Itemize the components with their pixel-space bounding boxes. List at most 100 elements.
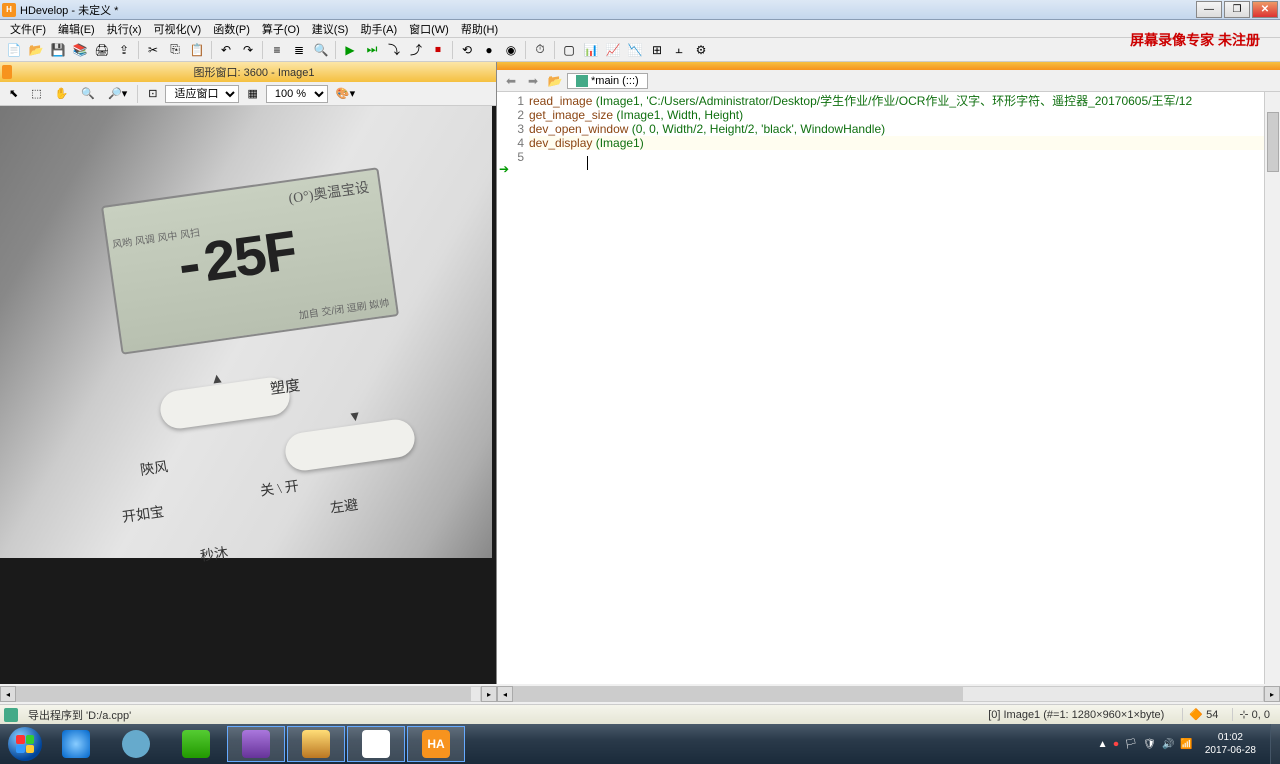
maximize-button[interactable]: ❐ xyxy=(1224,1,1250,18)
list2-icon[interactable]: ≣ xyxy=(289,40,309,60)
tuning-icon[interactable]: ⚙ xyxy=(691,40,711,60)
toolbar-separator xyxy=(452,41,453,59)
chart1-icon[interactable]: 📊 xyxy=(581,40,601,60)
scroll-right-icon[interactable]: ▸ xyxy=(1264,686,1280,702)
zoom-icon[interactable]: 🔍 xyxy=(76,84,100,104)
pointer-icon[interactable]: ⬉ xyxy=(4,84,23,104)
scrollbar-thumb[interactable] xyxy=(514,687,963,701)
copy-icon[interactable]: ⎘ xyxy=(165,40,185,60)
step-over-icon[interactable]: ⏭ xyxy=(362,40,382,60)
reset-icon[interactable]: ⟲ xyxy=(457,40,477,60)
menu-window[interactable]: 窗口(W) xyxy=(403,20,455,38)
tray-network-icon[interactable]: 📶 xyxy=(1180,739,1192,750)
menu-help[interactable]: 帮助(H) xyxy=(455,20,504,38)
system-tray[interactable]: ▲ ⏺ 🏳 🛡 🔊 📶 01:02 2017-06-28 xyxy=(1098,731,1270,757)
menu-visualize[interactable]: 可视化(V) xyxy=(148,20,208,38)
tray-av-icon[interactable]: 🛡 xyxy=(1143,739,1156,750)
chart2-icon[interactable]: 📈 xyxy=(603,40,623,60)
zoom-select[interactable]: 100 % xyxy=(266,85,328,103)
code-line: get_image_size (Image1, Width, Height) xyxy=(529,108,1280,122)
menu-procedures[interactable]: 函数(P) xyxy=(207,20,256,38)
back-icon[interactable]: ⬅ xyxy=(501,72,521,90)
redo-icon[interactable]: ↷ xyxy=(238,40,258,60)
menu-operators[interactable]: 算子(O) xyxy=(256,20,306,38)
menu-execute[interactable]: 执行(x) xyxy=(101,20,148,38)
taskbar-browser[interactable] xyxy=(107,726,165,762)
status-image-info: [0] Image1 (#=1: 1280×960×1×byte) xyxy=(978,709,1174,721)
taskbar-security[interactable] xyxy=(167,726,225,762)
taskbar-ie[interactable] xyxy=(47,726,105,762)
save-icon[interactable]: 💾 xyxy=(48,40,68,60)
remote-label-left1: 陝风 xyxy=(139,456,170,480)
timer-icon[interactable]: ⏱ xyxy=(530,40,550,60)
taskbar-explorer[interactable] xyxy=(287,726,345,762)
vertical-scrollbar[interactable] xyxy=(1264,92,1280,684)
scroll-left-icon[interactable]: ◂ xyxy=(0,686,16,702)
scale-icon[interactable]: ▦ xyxy=(242,84,262,104)
right-panel-header xyxy=(497,62,1280,70)
fit-mode-select[interactable]: 适应窗口 xyxy=(165,85,239,103)
close-button[interactable]: ✕ xyxy=(1252,1,1278,18)
menu-assistants[interactable]: 助手(A) xyxy=(354,20,403,38)
color-tool-icon[interactable]: 🎨▾ xyxy=(331,84,360,104)
editor-tab-main[interactable]: *main (:::) xyxy=(567,73,648,89)
forward-icon[interactable]: ➡ xyxy=(523,72,543,90)
tray-recorder-icon[interactable]: ⏺ xyxy=(1114,739,1119,750)
list-icon[interactable]: ≡ xyxy=(267,40,287,60)
remote-label-left2: 开如宝 xyxy=(121,501,165,527)
breakpoint-toggle-icon[interactable]: ◉ xyxy=(501,40,521,60)
tab-label: *main (:::) xyxy=(591,75,639,87)
undo-icon[interactable]: ↶ xyxy=(216,40,236,60)
tray-volume-icon[interactable]: 🔊 xyxy=(1162,739,1174,750)
window-icon[interactable]: ▢ xyxy=(559,40,579,60)
open-icon[interactable]: 📂 xyxy=(26,40,46,60)
select-icon[interactable]: ⬚ xyxy=(26,84,46,104)
save-all-icon[interactable]: 📚 xyxy=(70,40,90,60)
export-icon[interactable]: ⇪ xyxy=(114,40,134,60)
tray-flag-icon[interactable]: ▲ xyxy=(1098,739,1108,750)
print-icon[interactable]: 🖨 xyxy=(92,40,112,60)
step-into-icon[interactable]: ⤵ xyxy=(384,40,404,60)
fit-icon[interactable]: ⊡ xyxy=(143,84,162,104)
start-button[interactable] xyxy=(4,726,46,762)
hdevelop-icon: HA xyxy=(422,730,450,758)
remote-label-left3: 秒沐 xyxy=(199,542,230,566)
move-icon[interactable]: ✋ xyxy=(50,84,74,104)
chart4-icon[interactable]: ⊞ xyxy=(647,40,667,60)
breakpoint-icon[interactable]: ● xyxy=(479,40,499,60)
graphics-window-titlebar[interactable]: 图形窗口: 3600 - Image1 xyxy=(0,62,496,82)
stop-icon[interactable]: ⏹ xyxy=(428,40,448,60)
menu-suggestions[interactable]: 建议(S) xyxy=(306,20,355,38)
scroll-left-icon[interactable]: ◂ xyxy=(497,686,513,702)
windows-logo-icon xyxy=(8,727,42,761)
taskbar-paint[interactable] xyxy=(347,726,405,762)
taskbar-hdevelop[interactable]: HA xyxy=(407,726,465,762)
image-display[interactable]: (O°)奥温宝设 -25F 风哟 风调 风中 风扫 加自 交/闭 逗刷 姒帅 ▲… xyxy=(0,106,496,684)
minimize-button[interactable]: — xyxy=(1196,1,1222,18)
step-out-icon[interactable]: ⤴ xyxy=(406,40,426,60)
zoom-tool-icon[interactable]: 🔎▾ xyxy=(103,84,132,104)
status-message: 导出程序到 'D:/a.cpp' xyxy=(28,707,970,723)
toolbar-separator xyxy=(525,41,526,59)
h-scroll-track-right[interactable] xyxy=(513,686,1264,702)
taskbar-visualstudio[interactable] xyxy=(227,726,285,762)
h-scroll-track-left[interactable] xyxy=(16,686,481,702)
open-proc-icon[interactable]: 📂 xyxy=(545,72,565,90)
scrollbar-thumb[interactable] xyxy=(17,687,471,701)
menu-edit[interactable]: 编辑(E) xyxy=(52,20,101,38)
new-icon[interactable]: 📄 xyxy=(4,40,24,60)
tray-action-icon[interactable]: 🏳 xyxy=(1125,739,1138,750)
chart3-icon[interactable]: 📉 xyxy=(625,40,645,60)
scroll-right-icon[interactable]: ▸ xyxy=(481,686,497,702)
scrollbar-thumb[interactable] xyxy=(1267,112,1279,172)
find-icon[interactable]: 🔍 xyxy=(311,40,331,60)
paste-icon[interactable]: 📋 xyxy=(187,40,207,60)
code-area[interactable]: ➔ 1 2 3 4 5 read_image (Image1, 'C:/User… xyxy=(497,92,1280,684)
menu-file[interactable]: 文件(F) xyxy=(4,20,52,38)
run-icon[interactable]: ▶ xyxy=(340,40,360,60)
chart5-icon[interactable]: ⫠ xyxy=(669,40,689,60)
code-text[interactable]: read_image (Image1, 'C:/Users/Administra… xyxy=(527,92,1280,684)
show-desktop-button[interactable] xyxy=(1270,724,1280,764)
taskbar-clock[interactable]: 01:02 2017-06-28 xyxy=(1199,731,1262,757)
cut-icon[interactable]: ✂ xyxy=(143,40,163,60)
